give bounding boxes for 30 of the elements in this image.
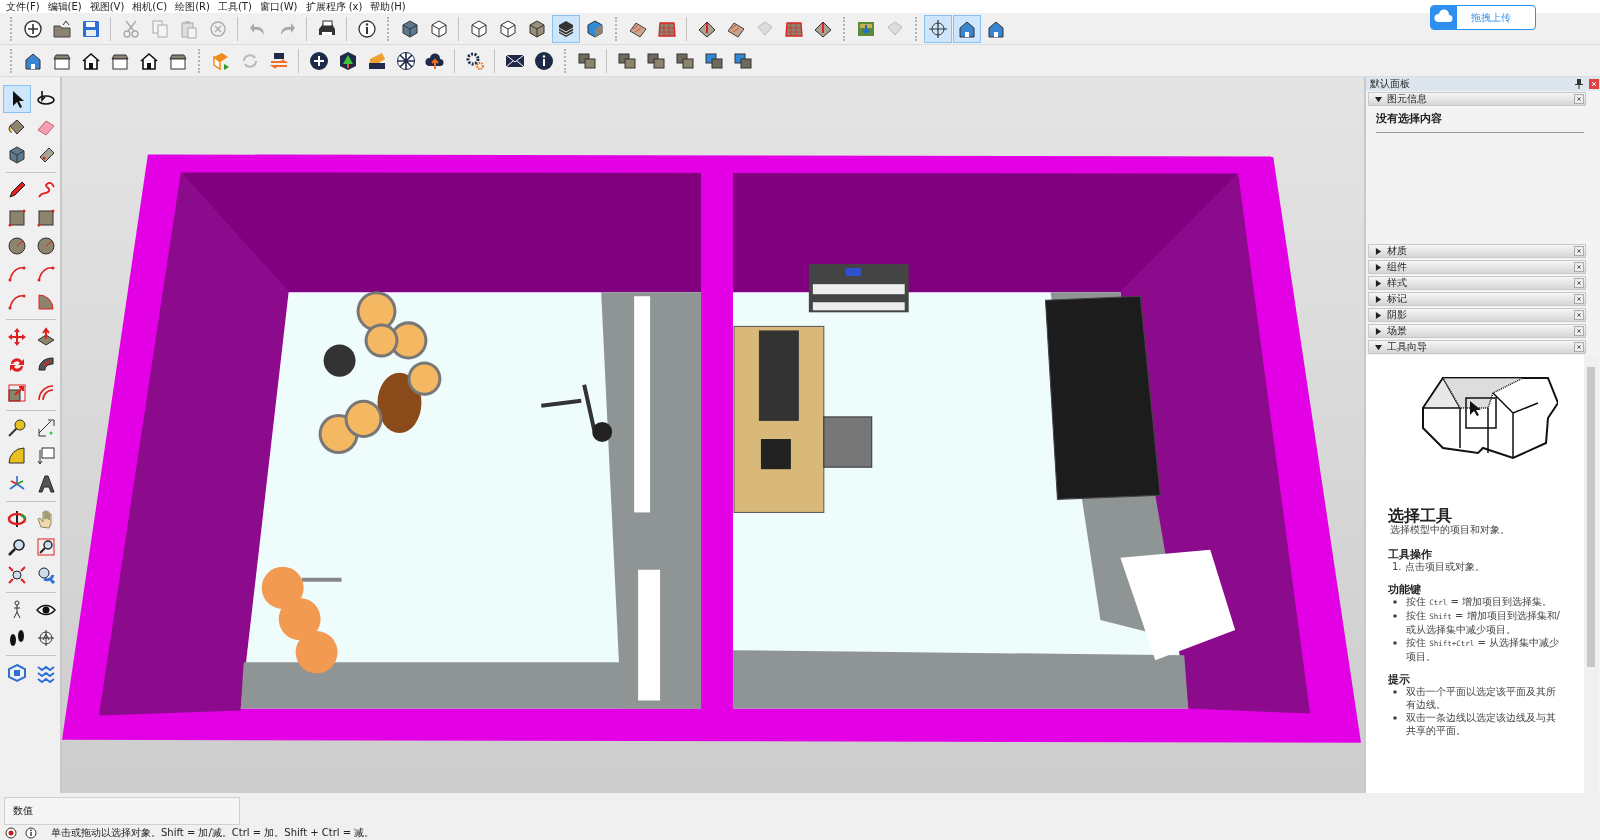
panel-section-header[interactable]: 材质 <box>1368 244 1586 258</box>
section-heading: 提示 <box>1388 673 1411 685</box>
panel-section-header[interactable]: 标记 <box>1368 292 1586 306</box>
instruction-text: 1. 点击项目或对象。 <box>1392 560 1485 573</box>
panel-section-header[interactable]: 组件 <box>1368 260 1586 274</box>
panel-section-header[interactable]: 场景 <box>1368 324 1586 338</box>
instruction-text: 双击一个平面以选定该平面及其所有边线。 <box>1406 685 1557 711</box>
menu-item[interactable]: 文件(F) <box>4 0 46 13</box>
instruction-text: 双击一条边线以选定该边线及与其共享的平面。 <box>1406 711 1557 737</box>
section-heading: 功能键 <box>1388 583 1422 595</box>
menu-item[interactable]: 编辑(E) <box>45 0 88 13</box>
tool-title: 选择工具 <box>1388 507 1453 524</box>
menu-item[interactable]: 绘图(R) <box>173 0 216 13</box>
panel-section-header[interactable]: 阴影 <box>1368 308 1586 322</box>
menu-item[interactable]: 帮助(H) <box>368 0 412 13</box>
status-message: 单击或拖动以选择对象。Shift = 加/减。Ctrl = 加。Shift + Ctrl = 减。 <box>51 825 375 840</box>
value-field[interactable]: 数值 <box>4 797 240 825</box>
upload-button[interactable]: 拖拽上传 <box>1430 5 1536 30</box>
section-heading: 工具操作 <box>1388 548 1433 560</box>
menu-item[interactable]: 相机(C) <box>130 0 174 13</box>
menu-item[interactable]: 视图(V) <box>87 0 131 13</box>
entity-info-text: 没有选择内容 <box>1376 107 1584 133</box>
menu-item[interactable]: 窗口(W) <box>257 0 304 13</box>
panel-section-header[interactable]: 图元信息 <box>1368 92 1586 106</box>
menu-item[interactable]: 工具(T) <box>215 0 258 13</box>
tool-description: 选择模型中的项目和对象。 <box>1390 524 1511 536</box>
menu-item[interactable]: 扩展程序 (x) <box>303 0 369 13</box>
panel-section-header[interactable]: 样式 <box>1368 276 1586 290</box>
panel-title: 默认面板 <box>1370 77 1411 91</box>
panel-section-header[interactable]: 工具向导 <box>1368 340 1586 354</box>
